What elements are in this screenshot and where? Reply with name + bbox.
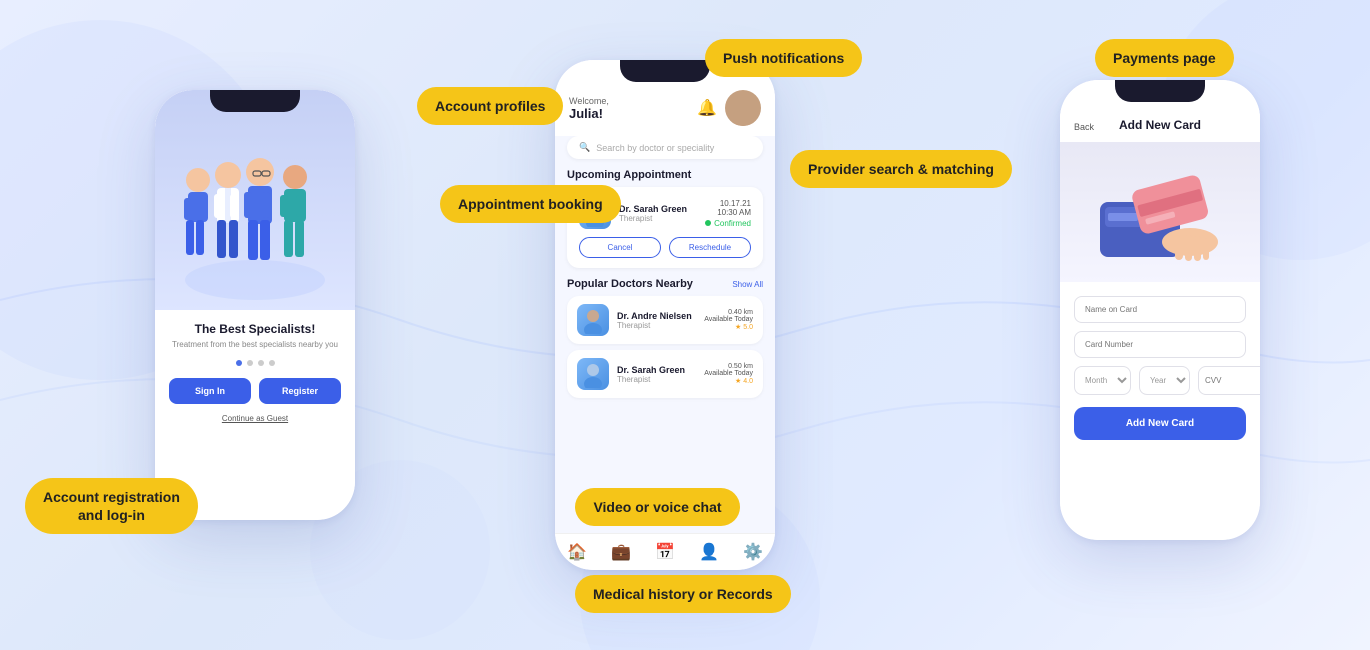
payments-title: Add New Card bbox=[1119, 118, 1201, 132]
nav-calendar[interactable]: 📅 bbox=[643, 542, 687, 562]
doc2-role: Therapist bbox=[617, 321, 696, 330]
doc3-distance: 0.50 km Available Today ★ 4.0 bbox=[704, 363, 753, 385]
cvv-input[interactable] bbox=[1198, 366, 1260, 395]
phone2-notch bbox=[620, 60, 710, 82]
dot-3 bbox=[258, 360, 264, 366]
doc3-info: Dr. Sarah Green Therapist bbox=[617, 365, 696, 384]
appointment-info: Dr. Sarah Green Therapist bbox=[619, 204, 697, 223]
search-bar[interactable]: 🔍 Search by doctor or speciality bbox=[567, 136, 763, 159]
provider-search-label: Provider search & matching bbox=[790, 150, 1012, 188]
doc2-distance: 0.40 km Available Today ★ 5.0 bbox=[704, 309, 753, 331]
year-select[interactable]: Year bbox=[1139, 366, 1190, 395]
header-left: Welcome, Julia! bbox=[569, 96, 609, 121]
confirmed-badge: Confirmed bbox=[705, 219, 751, 228]
guest-link[interactable]: Continue as Guest bbox=[169, 414, 341, 423]
medical-history-label: Medical history or Records bbox=[575, 575, 791, 613]
doctor-role: Therapist bbox=[619, 214, 697, 223]
add-card-button[interactable]: Add New Card bbox=[1074, 407, 1246, 440]
doctor-list-item-1: Dr. Andre Nielsen Therapist 0.40 km Avai… bbox=[567, 296, 763, 344]
doc2-name: Dr. Andre Nielsen bbox=[617, 311, 696, 321]
header-right: 🔔 bbox=[697, 90, 761, 126]
phone-notch bbox=[210, 90, 300, 112]
user-name: Julia! bbox=[569, 106, 609, 121]
hero-section bbox=[155, 90, 355, 310]
user-avatar[interactable] bbox=[725, 90, 761, 126]
reschedule-button[interactable]: Reschedule bbox=[669, 237, 751, 258]
appt-time-val: 10:30 AM bbox=[705, 208, 751, 217]
doc2-info: Dr. Andre Nielsen Therapist bbox=[617, 311, 696, 330]
pagination-dots bbox=[169, 360, 341, 366]
auth-buttons: Sign In Register bbox=[169, 378, 341, 404]
search-icon: 🔍 bbox=[579, 142, 590, 153]
confirmed-dot bbox=[705, 220, 711, 226]
appointment-booking-label: Appointment booking bbox=[440, 185, 621, 223]
nearby-header: Popular Doctors Nearby Show All bbox=[555, 278, 775, 296]
signin-button[interactable]: Sign In bbox=[169, 378, 251, 404]
payments-page-label: Payments page bbox=[1095, 39, 1234, 77]
appt-date: 10.17.21 bbox=[705, 199, 751, 208]
name-on-card-input[interactable] bbox=[1074, 296, 1246, 323]
nav-profile[interactable]: 👤 bbox=[687, 542, 731, 562]
doctors-illustration bbox=[170, 120, 340, 310]
welcome-text: Welcome, bbox=[569, 96, 609, 106]
push-notifications-label: Push notifications bbox=[705, 39, 862, 77]
doc2-avatar bbox=[577, 304, 609, 336]
payment-form: Month Year Add New Card bbox=[1060, 282, 1260, 454]
card-number-input[interactable] bbox=[1074, 331, 1246, 358]
phone1-subtitle: Treatment from the best specialists near… bbox=[169, 340, 341, 350]
appointment-actions: Cancel Reschedule bbox=[579, 237, 751, 258]
cancel-button[interactable]: Cancel bbox=[579, 237, 661, 258]
register-button[interactable]: Register bbox=[259, 378, 341, 404]
account-registration-label: Account registration and log-in bbox=[25, 478, 198, 534]
nav-medical[interactable]: 💼 bbox=[599, 542, 643, 562]
dot-2 bbox=[247, 360, 253, 366]
doctor-list-item-2: Dr. Sarah Green Therapist 0.50 km Availa… bbox=[567, 350, 763, 398]
nearby-title: Popular Doctors Nearby bbox=[567, 278, 693, 290]
nav-settings[interactable]: ⚙️ bbox=[731, 542, 775, 562]
dot-4 bbox=[269, 360, 275, 366]
card-illustration bbox=[1060, 142, 1260, 282]
expiry-row: Month Year bbox=[1074, 366, 1246, 395]
bottom-navigation: 🏠 💼 📅 👤 ⚙️ bbox=[555, 533, 775, 570]
account-profiles-label: Account profiles bbox=[417, 87, 563, 125]
appointment-time: 10.17.21 10:30 AM Confirmed bbox=[705, 199, 751, 228]
dot-1 bbox=[236, 360, 242, 366]
confirmed-text: Confirmed bbox=[714, 219, 751, 228]
month-select[interactable]: Month bbox=[1074, 366, 1131, 395]
doc2-rating: ★ 5.0 bbox=[704, 323, 753, 331]
nav-home[interactable]: 🏠 bbox=[555, 542, 599, 562]
doc3-avatar bbox=[577, 358, 609, 390]
phone-payments: Back Add New Card bbox=[1060, 80, 1260, 540]
doctor-name: Dr. Sarah Green bbox=[619, 204, 697, 214]
video-voice-chat-label: Video or voice chat bbox=[575, 488, 740, 526]
back-button[interactable]: Back bbox=[1074, 122, 1094, 132]
search-placeholder: Search by doctor or speciality bbox=[596, 143, 714, 153]
phone3-notch bbox=[1115, 80, 1205, 102]
phone-login: The Best Specialists! Treatment from the… bbox=[155, 90, 355, 520]
phone1-title: The Best Specialists! bbox=[169, 322, 341, 336]
doc3-role: Therapist bbox=[617, 375, 696, 384]
phone1-content: The Best Specialists! Treatment from the… bbox=[155, 310, 355, 435]
notification-icon[interactable]: 🔔 bbox=[697, 98, 717, 118]
doc3-rating: ★ 4.0 bbox=[704, 377, 753, 385]
show-all-link[interactable]: Show All bbox=[732, 280, 763, 289]
doc3-name: Dr. Sarah Green bbox=[617, 365, 696, 375]
